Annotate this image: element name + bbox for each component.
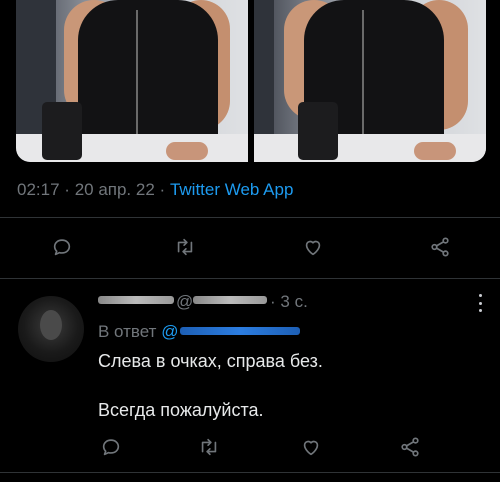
tweet-time: 02:17	[17, 180, 60, 199]
reply-time: 3 с.	[280, 292, 308, 311]
avatar[interactable]	[18, 296, 84, 362]
reply-button[interactable]	[96, 432, 126, 462]
retweet-button[interactable]	[170, 232, 200, 262]
like-button[interactable]	[298, 232, 328, 262]
media-grid	[16, 0, 486, 162]
meta-separator: ·	[159, 180, 166, 199]
tweet-action-bar	[0, 232, 500, 262]
photo-left[interactable]	[16, 0, 248, 162]
share-icon	[401, 437, 419, 457]
reply-icon	[102, 439, 120, 456]
heart-icon	[305, 240, 321, 256]
share-icon	[431, 237, 449, 257]
retweet-icon	[201, 438, 217, 456]
meta-separator: ·	[64, 180, 70, 199]
divider	[0, 278, 500, 279]
redacted-display-name	[98, 296, 174, 304]
tweet-source-link[interactable]: Twitter Web App	[170, 180, 293, 199]
like-button[interactable]	[296, 432, 326, 462]
retweet-button[interactable]	[194, 432, 224, 462]
meta-separator: ·	[270, 292, 276, 311]
retweet-icon	[177, 238, 193, 256]
reply-text-line: Слева в очках, справа без.	[98, 351, 323, 371]
divider	[0, 472, 500, 473]
tweet-detail-screen: 02:17 · 20 апр. 22 · Twitter Web App @ ·…	[0, 0, 500, 482]
tweet-meta: 02:17 · 20 апр. 22 · Twitter Web App	[17, 180, 293, 200]
handle-at: @	[176, 292, 194, 311]
reply-to-line: В ответ @	[98, 322, 178, 342]
reply-to-label: В ответ	[98, 322, 157, 341]
divider	[0, 217, 500, 218]
reply-icon	[53, 239, 71, 256]
reply-button[interactable]	[47, 232, 77, 262]
photo-right[interactable]	[254, 0, 486, 162]
reply-text-line: Всегда пожалуйста.	[98, 400, 264, 420]
share-button[interactable]	[395, 432, 425, 462]
heart-icon	[303, 440, 319, 456]
redacted-handle	[193, 296, 267, 304]
share-button[interactable]	[425, 232, 455, 262]
tweet-date: 20 апр. 22	[74, 180, 155, 199]
redacted-reply-to-handle[interactable]	[180, 327, 300, 335]
more-options-icon[interactable]	[470, 292, 490, 314]
reply-action-bar	[0, 432, 500, 462]
reply-to-handle-link[interactable]: @	[161, 322, 178, 341]
